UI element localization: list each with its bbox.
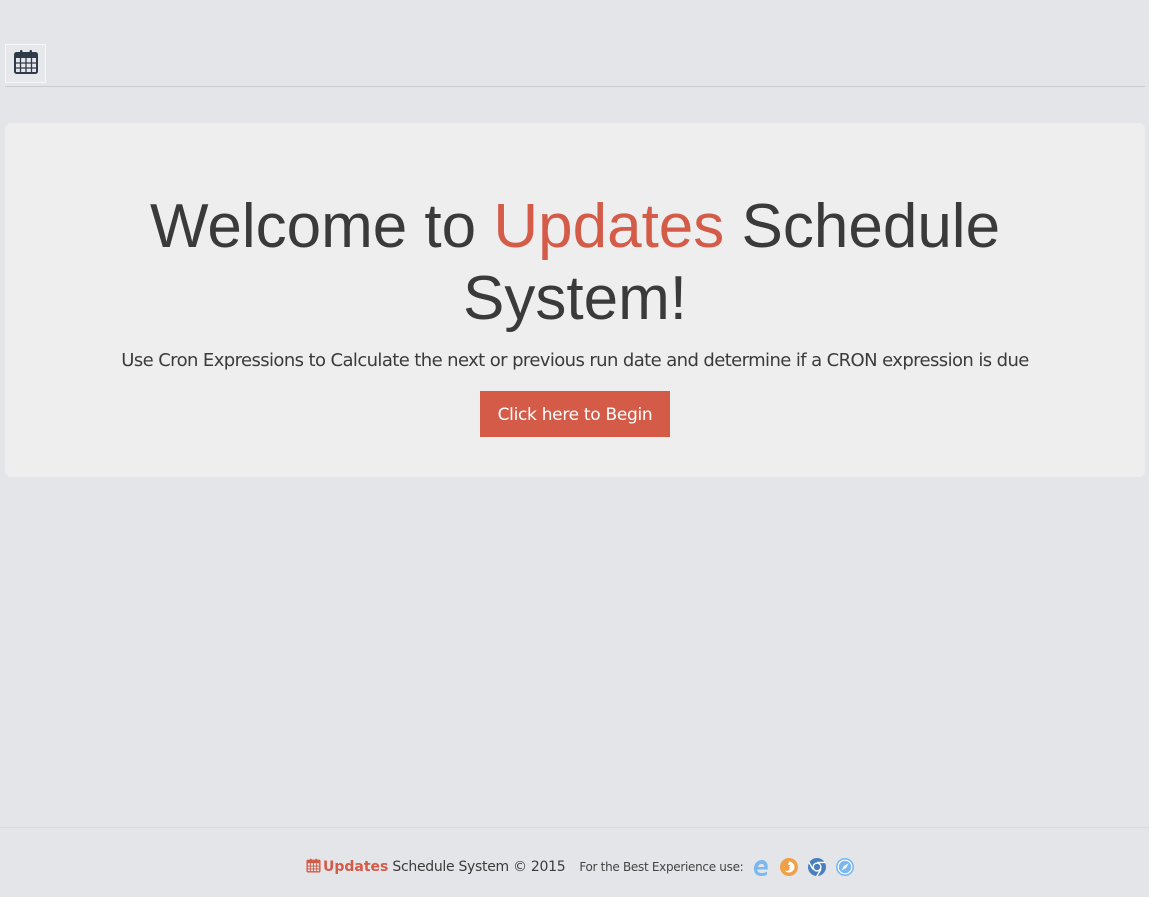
footer-best-experience: For the Best Experience use: <box>579 860 744 874</box>
begin-button[interactable]: Click here to Begin <box>480 391 670 437</box>
hero-subtitle: Use Cron Expressions to Calculate the ne… <box>121 350 1029 371</box>
footer-copyright: Schedule System © 2015 <box>392 859 566 875</box>
firefox-icon[interactable] <box>779 857 799 877</box>
hero-title-accent: Updates <box>493 192 725 261</box>
calendar-menu-button[interactable] <box>5 44 46 83</box>
edge-icon[interactable] <box>751 857 771 877</box>
footer-brand: Updates <box>323 859 389 875</box>
chrome-icon[interactable] <box>807 857 827 877</box>
footer: Updates Schedule System © 2015 For the B… <box>0 827 1149 897</box>
top-navbar <box>5 42 1145 87</box>
hero-title: Welcome to Updates Schedule System! <box>125 123 1025 335</box>
footer-line: Updates Schedule System © 2015 For the B… <box>306 856 855 878</box>
calendar-icon <box>306 858 321 877</box>
hero-title-part1: Welcome to <box>149 192 494 261</box>
hero-panel: Welcome to Updates Schedule System! Use … <box>5 123 1145 477</box>
calendar-icon <box>13 49 39 79</box>
safari-icon[interactable] <box>835 857 855 877</box>
